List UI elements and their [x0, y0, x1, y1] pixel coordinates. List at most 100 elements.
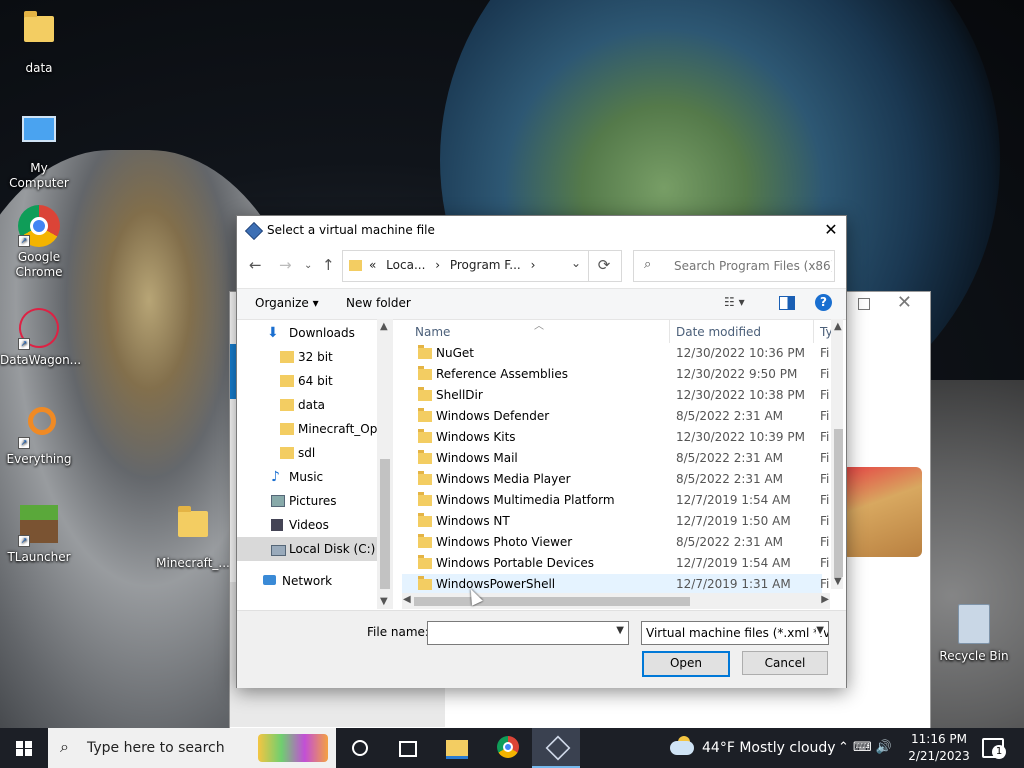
file-date: 12/7/2019 1:31 AM [676, 577, 791, 591]
desktop-icon-google-chrome[interactable]: ↗ Google Chrome [0, 205, 78, 280]
file-row[interactable]: Windows Defender 8/5/2022 2:31 AM Fi [402, 406, 829, 427]
breadcrumb-program-files[interactable]: Program F... [450, 258, 521, 272]
search-icon: ⌕ [644, 257, 652, 272]
file-row[interactable]: Windows Media Player 8/5/2022 2:31 AM Fi [402, 469, 829, 490]
up-arrow-icon[interactable]: ↑ [322, 256, 335, 274]
file-row[interactable]: Windows Kits 12/30/2022 10:39 PM Fi [402, 427, 829, 448]
file-name: Windows Photo Viewer [436, 535, 573, 549]
nav-item-minecraft[interactable]: Minecraft_Ope [237, 417, 377, 441]
folder-icon [280, 423, 294, 435]
file-type-filter[interactable]: Virtual machine files (*.xml *.vb ▼ [641, 621, 829, 645]
scrollbar-thumb[interactable] [380, 459, 390, 589]
desktop-icon-recycle-bin[interactable]: Recycle Bin [935, 602, 1013, 664]
nav-item-downloads[interactable]: ⬇ Downloads [237, 321, 377, 345]
chevron-down-icon[interactable]: ▼ [816, 625, 824, 636]
desktop-icon-data[interactable]: data [0, 8, 78, 76]
folder-icon [280, 375, 294, 387]
scroll-up-icon[interactable]: ▲ [380, 321, 388, 332]
file-row[interactable]: Windows NT 12/7/2019 1:50 AM Fi [402, 511, 829, 532]
file-list-vertical-scrollbar[interactable]: ▲ ▼ [831, 319, 843, 589]
forward-arrow-icon[interactable]: → [279, 256, 292, 274]
nav-pane-scrollbar[interactable]: ▲ ▼ [377, 319, 393, 609]
search-highlight-image[interactable] [258, 734, 328, 762]
search-box[interactable]: ⌕ [633, 250, 835, 282]
recent-locations-chevron-icon[interactable]: ⌄ [304, 260, 312, 271]
nav-item-sdl[interactable]: sdl [237, 441, 377, 465]
refresh-icon[interactable]: ⟳ [587, 250, 622, 282]
file-row[interactable]: NuGet 12/30/2022 10:36 PM Fi [402, 343, 829, 364]
nav-item-music[interactable]: ♪ Music [237, 465, 377, 489]
taskbar: ⌕ Type here to search 44°F Mostly cloudy… [0, 728, 1024, 768]
close-icon[interactable]: ✕ [897, 292, 912, 313]
file-row[interactable]: Windows Mail 8/5/2022 2:31 AM Fi [402, 448, 829, 469]
file-name-input[interactable] [430, 623, 614, 643]
dialog-titlebar[interactable]: Select a virtual machine file ✕ [237, 216, 846, 244]
clock-date: 2/21/2023 [908, 749, 970, 763]
maximize-icon[interactable] [858, 298, 870, 310]
nav-item-local-disk[interactable]: Local Disk (C:) [237, 537, 377, 561]
close-button[interactable]: ✕ [816, 216, 846, 244]
scroll-right-icon[interactable]: ▶ [821, 594, 829, 605]
shortcut-arrow-icon: ↗ [18, 437, 30, 449]
scrollbar-thumb[interactable] [414, 597, 690, 606]
scroll-down-icon[interactable]: ▼ [834, 576, 842, 587]
action-center-button[interactable]: 1 [982, 738, 1006, 759]
desktop-icon-everything[interactable]: ↗ Everything [0, 405, 78, 467]
breadcrumb-separator[interactable]: › [531, 258, 536, 272]
scroll-left-icon[interactable]: ◀ [403, 594, 411, 605]
nav-item-pictures[interactable]: Pictures [237, 489, 377, 513]
file-date: 12/7/2019 1:50 AM [676, 514, 791, 528]
nav-item-32-bit[interactable]: 32 bit [237, 345, 377, 369]
desktop-icon-tlauncher[interactable]: ↗ TLauncher [0, 503, 78, 565]
task-view-button[interactable] [384, 728, 432, 768]
scroll-down-icon[interactable]: ▼ [380, 596, 388, 607]
taskbar-file-explorer[interactable] [434, 728, 482, 768]
notification-count-badge: 1 [992, 745, 1006, 759]
nav-item-data[interactable]: data [237, 393, 377, 417]
start-button[interactable] [0, 728, 48, 768]
scrollbar-thumb[interactable] [834, 429, 843, 577]
file-row[interactable]: Windows Multimedia Platform 12/7/2019 1:5… [402, 490, 829, 511]
file-row[interactable]: Reference Assemblies 12/30/2022 9:50 PM Fi [402, 364, 829, 385]
clock[interactable]: 11:16 PM 2/21/2023 [906, 731, 972, 765]
folder-icon [280, 447, 294, 459]
back-arrow-icon[interactable]: ← [249, 256, 262, 274]
file-row[interactable]: Windows Portable Devices 12/7/2019 1:54 A… [402, 553, 829, 574]
file-row[interactable]: ShellDir 12/30/2022 10:38 PM Fi [402, 385, 829, 406]
cancel-button[interactable]: Cancel [742, 651, 828, 675]
taskbar-chrome[interactable] [484, 728, 532, 768]
breadcrumb-separator[interactable]: › [435, 258, 440, 272]
search-input[interactable] [672, 255, 834, 277]
change-view-button[interactable]: ☷ ▾ [724, 295, 745, 309]
nav-item-network[interactable]: Network [237, 569, 377, 593]
help-icon[interactable]: ? [815, 294, 832, 311]
column-date-modified[interactable]: Date modified [676, 325, 761, 339]
desktop-icon-datawagon[interactable]: ↗ DataWagon... [0, 302, 81, 368]
nav-item-64-bit[interactable]: 64 bit [237, 369, 377, 393]
file-row[interactable]: Windows Photo Viewer 8/5/2022 2:31 AM Fi [402, 532, 829, 553]
nav-item-videos[interactable]: Videos [237, 513, 377, 537]
preview-pane-icon[interactable] [779, 296, 795, 310]
file-name-combobox[interactable]: ▼ [427, 621, 629, 645]
new-folder-button[interactable]: New folder [346, 296, 411, 310]
file-type: Fi [820, 430, 830, 444]
address-bar[interactable]: « Loca... › Program F... › ⌄ [342, 250, 589, 282]
column-name[interactable]: Name [415, 325, 450, 339]
shortcut-arrow-icon: ↗ [18, 535, 30, 547]
open-button[interactable]: Open [642, 651, 730, 677]
chevron-down-icon[interactable]: ▼ [616, 625, 624, 636]
desktop-icon-my-computer[interactable]: My Computer [0, 108, 78, 191]
breadcrumb-overflow[interactable]: « [369, 258, 376, 272]
address-dropdown-icon[interactable]: ⌄ [571, 256, 581, 270]
file-name: ShellDir [436, 388, 483, 402]
taskbar-virtualbox[interactable] [532, 728, 580, 768]
system-tray-icons[interactable]: ⌃ ⌨ 🔊 [838, 740, 892, 755]
cloud-icon [670, 741, 694, 755]
cortana-button[interactable] [336, 728, 384, 768]
organize-button[interactable]: Organize ▾ [255, 296, 319, 310]
breadcrumb-local-disk[interactable]: Loca... [386, 258, 425, 272]
scroll-up-icon[interactable]: ▲ [834, 321, 842, 332]
taskbar-search-box[interactable]: ⌕ Type here to search [48, 728, 336, 768]
desktop-icon-minecraft[interactable]: Minecraft_... [154, 503, 232, 571]
download-arrow-icon: ⬇ [267, 325, 279, 341]
